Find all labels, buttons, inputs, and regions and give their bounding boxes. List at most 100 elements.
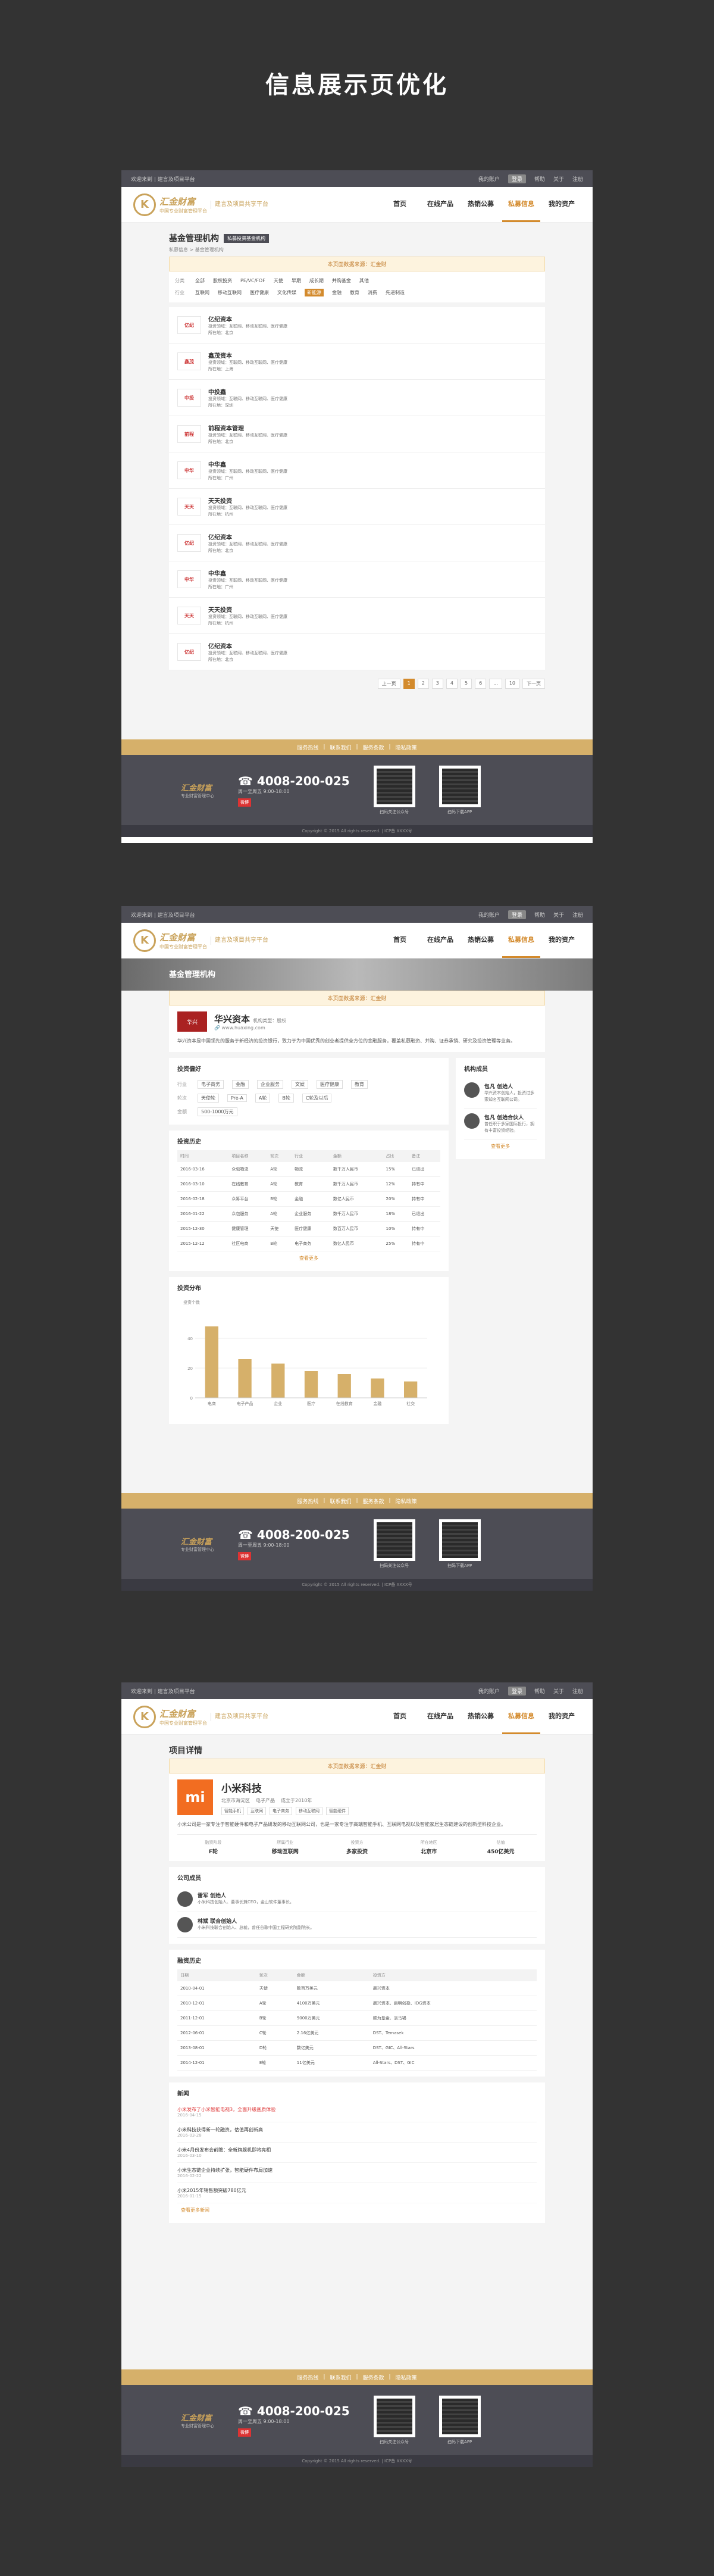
org-name[interactable]: 天天投资 xyxy=(208,605,287,614)
filter-chip[interactable]: 先进制造 xyxy=(386,289,405,296)
about-link[interactable]: 关于 xyxy=(553,911,564,919)
org-website[interactable]: www.huaxing.com xyxy=(222,1025,265,1031)
page-button[interactable]: 下一页 xyxy=(522,679,545,689)
news-item[interactable]: 小米发布了小米智能电视3，全面升级画质体验 2016-04-15 xyxy=(177,2102,537,2122)
filter-chip[interactable]: 成长期 xyxy=(309,277,324,284)
news-item[interactable]: 小米生态链企业持续扩张，智能硬件布局加速 2016-02-22 xyxy=(177,2163,537,2183)
nav-online-products[interactable]: 在线产品 xyxy=(421,1699,459,1734)
org-name[interactable]: 中华鑫 xyxy=(208,460,287,469)
nav-private-info[interactable]: 私募信息 xyxy=(502,923,540,958)
site-logo[interactable]: K 汇金财富 中国专业财富管理平台 建言及项目共享平台 xyxy=(133,929,268,952)
org-name[interactable]: 鑫茂资本 xyxy=(208,351,287,360)
page-button[interactable]: 10 xyxy=(505,679,519,689)
list-item[interactable]: 中华 中华鑫 投资领域：互联网、移动互联网、医疗健康 所在地：广州 xyxy=(169,452,545,489)
page-tag[interactable]: 私募投资基金机构 xyxy=(224,233,269,243)
news-headline[interactable]: 小米生态链企业持续扩张，智能硬件布局加速 xyxy=(177,2167,537,2174)
more-link[interactable]: 查看更多 xyxy=(177,1251,440,1265)
filter-chip[interactable]: 全部 xyxy=(195,277,205,284)
filter-chip[interactable]: 并购基金 xyxy=(332,277,351,284)
filter-chip[interactable]: 股权投资 xyxy=(213,277,232,284)
nav-home[interactable]: 首页 xyxy=(381,1699,419,1734)
news-item[interactable]: 小米科技获得新一轮融资，估值再创新高 2016-03-28 xyxy=(177,2122,537,2143)
list-item[interactable]: 中投 中投鑫 投资领域：互联网、移动互联网、医疗健康 所在地：深圳 xyxy=(169,380,545,416)
nav-public-funds[interactable]: 热销公募 xyxy=(462,187,500,222)
filter-chip[interactable]: 医疗健康 xyxy=(250,289,269,296)
nav-private-info[interactable]: 私募信息 xyxy=(502,1699,540,1734)
news-headline[interactable]: 小米科技获得新一轮融资，估值再创新高 xyxy=(177,2127,537,2133)
filter-chip[interactable]: 互联网 xyxy=(195,289,209,296)
org-name[interactable]: 前程资本管理 xyxy=(208,423,287,432)
footer-link[interactable]: 隐私政策 xyxy=(396,744,417,751)
nav-home[interactable]: 首页 xyxy=(381,923,419,958)
news-item[interactable]: 小米4月份发布会前瞻：全新旗舰机即将亮相 2016-03-10 xyxy=(177,2143,537,2163)
filter-chip[interactable]: 金融 xyxy=(332,289,342,296)
filter-chip[interactable]: 新能源 xyxy=(305,289,324,296)
footer-link[interactable]: 服务条款 xyxy=(363,2374,384,2381)
list-item[interactable]: 亿纪 亿纪资本 投资领域：互联网、移动互联网、医疗健康 所在地：北京 xyxy=(169,634,545,670)
footer-link[interactable]: 服务条款 xyxy=(363,1497,384,1505)
org-name[interactable]: 亿纪资本 xyxy=(208,641,287,650)
footer-link[interactable]: 服务热线 xyxy=(297,1497,318,1505)
news-item[interactable]: 小米2015年销售额突破780亿元 2016-01-15 xyxy=(177,2183,537,2203)
nav-public-funds[interactable]: 热销公募 xyxy=(462,1699,500,1734)
login-button[interactable]: 登录 xyxy=(508,174,526,183)
footer-link[interactable]: 服务热线 xyxy=(297,2374,318,2381)
page-button[interactable]: 5 xyxy=(460,679,472,689)
nav-my-assets[interactable]: 我的资产 xyxy=(543,187,581,222)
filter-chip[interactable]: 教育 xyxy=(350,289,359,296)
page-button[interactable]: 3 xyxy=(431,679,443,689)
help-link[interactable]: 帮助 xyxy=(534,911,545,919)
org-name[interactable]: 中投鑫 xyxy=(208,387,287,396)
nav-online-products[interactable]: 在线产品 xyxy=(421,923,459,958)
page-button[interactable]: 上一页 xyxy=(377,679,400,689)
nav-private-info[interactable]: 私募信息 xyxy=(502,187,540,222)
nav-my-assets[interactable]: 我的资产 xyxy=(543,923,581,958)
register-link[interactable]: 注册 xyxy=(572,1687,583,1695)
news-more-link[interactable]: 查看更多新闻 xyxy=(177,2203,537,2217)
footer-link[interactable]: 联系我们 xyxy=(330,1497,351,1505)
filter-chip[interactable]: 文化传媒 xyxy=(277,289,296,296)
filter-chip[interactable]: 天使 xyxy=(274,277,283,284)
footer-link[interactable]: 联系我们 xyxy=(330,744,351,751)
page-button[interactable]: 1 xyxy=(403,679,415,689)
register-link[interactable]: 注册 xyxy=(572,911,583,919)
footer-link[interactable]: 隐私政策 xyxy=(396,1497,417,1505)
list-item[interactable]: 天天 天天投资 投资领域：互联网、移动互联网、医疗健康 所在地：杭州 xyxy=(169,598,545,634)
nav-public-funds[interactable]: 热销公募 xyxy=(462,923,500,958)
help-link[interactable]: 帮助 xyxy=(534,175,545,183)
account-link[interactable]: 我的账户 xyxy=(478,911,500,919)
nav-my-assets[interactable]: 我的资产 xyxy=(543,1699,581,1734)
list-item[interactable]: 前程 前程资本管理 投资领域：互联网、移动互联网、医疗健康 所在地：北京 xyxy=(169,416,545,452)
footer-link[interactable]: 服务条款 xyxy=(363,744,384,751)
about-link[interactable]: 关于 xyxy=(553,1687,564,1695)
footer-link[interactable]: 服务热线 xyxy=(297,744,318,751)
account-link[interactable]: 我的账户 xyxy=(478,175,500,183)
list-item[interactable]: 亿纪 亿纪资本 投资领域：互联网、移动互联网、医疗健康 所在地：北京 xyxy=(169,525,545,561)
org-name[interactable]: 天天投资 xyxy=(208,496,287,505)
page-button[interactable]: 2 xyxy=(417,679,429,689)
filter-chip[interactable]: 移动互联网 xyxy=(218,289,242,296)
list-item[interactable]: 天天 天天投资 投资领域：互联网、移动互联网、医疗健康 所在地：杭州 xyxy=(169,489,545,525)
filter-chip[interactable]: 早期 xyxy=(292,277,301,284)
weibo-icon[interactable]: 微博 xyxy=(238,1551,251,1560)
page-button[interactable]: 6 xyxy=(475,679,487,689)
org-name[interactable]: 亿纪资本 xyxy=(208,314,287,323)
site-logo[interactable]: K 汇金财富 中国专业财富管理平台 建言及项目共享平台 xyxy=(133,193,268,216)
filter-chip[interactable]: 其他 xyxy=(359,277,369,284)
filter-chip[interactable]: 消费 xyxy=(368,289,377,296)
page-button[interactable]: ... xyxy=(489,679,502,689)
login-button[interactable]: 登录 xyxy=(508,1686,526,1696)
about-link[interactable]: 关于 xyxy=(553,175,564,183)
weibo-icon[interactable]: 微博 xyxy=(238,2428,251,2437)
news-headline[interactable]: 小米发布了小米智能电视3，全面升级画质体验 xyxy=(177,2106,537,2113)
login-button[interactable]: 登录 xyxy=(508,910,526,919)
footer-link[interactable]: 联系我们 xyxy=(330,2374,351,2381)
nav-online-products[interactable]: 在线产品 xyxy=(421,187,459,222)
account-link[interactable]: 我的账户 xyxy=(478,1687,500,1695)
list-item[interactable]: 亿纪 亿纪资本 投资领域：互联网、移动互联网、医疗健康 所在地：北京 xyxy=(169,307,545,344)
news-headline[interactable]: 小米2015年销售额突破780亿元 xyxy=(177,2187,537,2194)
org-name[interactable]: 亿纪资本 xyxy=(208,532,287,541)
news-headline[interactable]: 小米4月份发布会前瞻：全新旗舰机即将亮相 xyxy=(177,2147,537,2153)
list-item[interactable]: 中华 中华鑫 投资领域：互联网、移动互联网、医疗健康 所在地：广州 xyxy=(169,561,545,598)
site-logo[interactable]: K 汇金财富 中国专业财富管理平台 建言及项目共享平台 xyxy=(133,1705,268,1728)
